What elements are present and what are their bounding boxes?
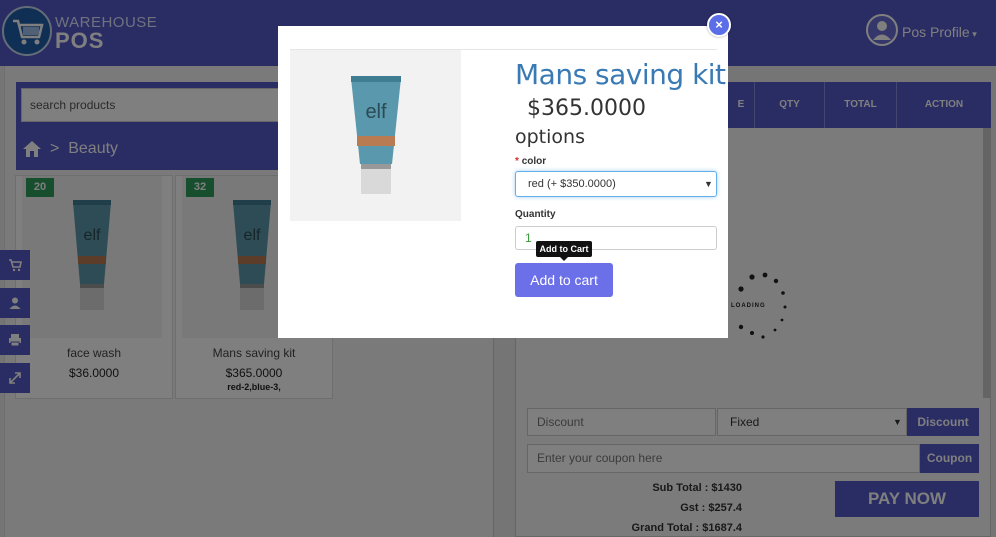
color-selected-value: red (+ $350.0000): [528, 178, 616, 190]
color-select[interactable]: red (+ $350.0000): [515, 171, 717, 197]
modal-price: $365.0000: [527, 96, 646, 121]
color-label-text: color: [521, 156, 547, 167]
required-marker: *: [515, 156, 519, 167]
add-to-cart-tooltip: Add to Cart: [536, 241, 592, 257]
close-icon[interactable]: ×: [707, 13, 731, 37]
modal-title: Mans saving kit: [515, 58, 726, 91]
svg-text:elf: elf: [365, 101, 387, 123]
tooltip-arrow: [560, 257, 568, 261]
caret-down-icon: ▼: [704, 179, 713, 189]
modal-product-image: elf: [290, 50, 461, 221]
options-heading: options: [515, 126, 585, 148]
quantity-value: 1: [525, 231, 532, 245]
add-to-cart-button[interactable]: Add to cart: [515, 263, 613, 297]
quantity-label: Quantity: [515, 209, 556, 220]
color-label: * color: [515, 156, 546, 167]
